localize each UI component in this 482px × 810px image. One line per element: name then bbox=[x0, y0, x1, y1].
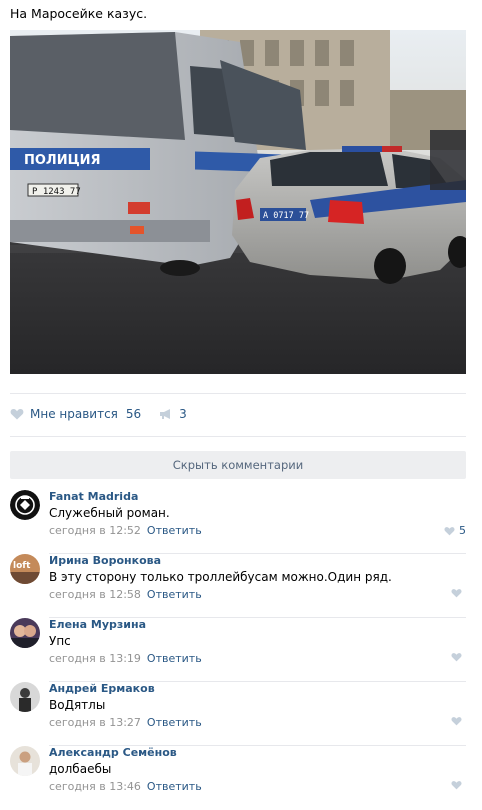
comment-time[interactable]: сегодня в 13:46 bbox=[49, 780, 141, 793]
heart-icon bbox=[451, 781, 462, 790]
comment-text: Упс bbox=[49, 634, 71, 648]
comment-time[interactable]: сегодня в 13:27 bbox=[49, 716, 141, 729]
avatar[interactable] bbox=[10, 490, 40, 520]
comment-meta: сегодня в 13:19 Ответить bbox=[49, 652, 202, 665]
comment-like-button[interactable]: 5 bbox=[444, 524, 466, 537]
car-plate: А 0717 77 bbox=[263, 211, 309, 221]
real-madrid-crest-avatar bbox=[10, 490, 40, 520]
comment-like-button[interactable] bbox=[451, 716, 466, 726]
comment-like-button[interactable] bbox=[451, 588, 466, 598]
heart-icon bbox=[444, 526, 455, 535]
comment-text: долбаебы bbox=[49, 762, 112, 776]
post-separator-top bbox=[10, 393, 466, 394]
comment-item: Елена Мурзина Упс сегодня в 13:19 Ответит… bbox=[10, 618, 466, 682]
comment-author[interactable]: Александр Семёнов bbox=[49, 746, 177, 759]
comment-like-button[interactable] bbox=[451, 780, 466, 790]
like-button[interactable]: Мне нравится 56 bbox=[10, 407, 141, 421]
avatar[interactable] bbox=[10, 746, 40, 776]
user-photo-avatar: loft bbox=[10, 554, 40, 584]
post-text: На Маросейке казус. bbox=[10, 6, 148, 21]
user-photo-avatar bbox=[10, 682, 40, 712]
comment-author[interactable]: Fanat Madrida bbox=[49, 490, 138, 503]
comment-meta: сегодня в 12:58 Ответить bbox=[49, 588, 202, 601]
comment-time[interactable]: сегодня в 13:19 bbox=[49, 652, 141, 665]
avatar[interactable] bbox=[10, 618, 40, 648]
comment-item: Fanat Madrida Служебный роман. сегодня в… bbox=[10, 490, 466, 554]
post-actions: Мне нравится 56 3 bbox=[10, 404, 466, 424]
comment-meta: сегодня в 12:52 Ответить bbox=[49, 524, 202, 537]
svg-text:loft: loft bbox=[13, 561, 31, 571]
user-photo-avatar bbox=[10, 618, 40, 648]
reply-link[interactable]: Ответить bbox=[147, 652, 202, 665]
comment-text: В эту сторону только троллейбусам можно.… bbox=[49, 570, 392, 584]
comment-like-button[interactable] bbox=[451, 652, 466, 662]
post-photo[interactable]: ПОЛИЦИЯ Р 1243 77 А 0717 77 bbox=[10, 30, 466, 374]
heart-icon bbox=[451, 589, 462, 598]
like-count: 56 bbox=[125, 407, 142, 421]
comment-text: Служебный роман. bbox=[49, 506, 170, 520]
reply-link[interactable]: Ответить bbox=[147, 588, 202, 601]
bus-plate: Р 1243 77 bbox=[32, 187, 81, 197]
megaphone-icon bbox=[160, 409, 171, 419]
reply-link[interactable]: Ответить bbox=[147, 780, 202, 793]
reply-link[interactable]: Ответить bbox=[147, 716, 202, 729]
police-bus-car-photo: ПОЛИЦИЯ Р 1243 77 А 0717 77 bbox=[10, 30, 466, 374]
hide-comments-button[interactable]: Скрыть комментарии bbox=[10, 451, 466, 479]
share-count: 3 bbox=[179, 407, 187, 421]
comment-item: Александр Семёнов долбаебы сегодня в 13:… bbox=[10, 746, 466, 810]
post-separator-bottom bbox=[10, 436, 466, 437]
heart-icon bbox=[10, 409, 24, 420]
bus-label: ПОЛИЦИЯ bbox=[24, 153, 101, 168]
comment-time[interactable]: сегодня в 12:58 bbox=[49, 588, 141, 601]
reply-link[interactable]: Ответить bbox=[147, 524, 202, 537]
comment-author[interactable]: Елена Мурзина bbox=[49, 618, 146, 631]
comment-text: ВоДятлы bbox=[49, 698, 106, 712]
comment-item: Андрей Ермаков ВоДятлы сегодня в 13:27 От… bbox=[10, 682, 466, 746]
avatar[interactable]: loft bbox=[10, 554, 40, 584]
avatar[interactable] bbox=[10, 682, 40, 712]
comment-time[interactable]: сегодня в 12:52 bbox=[49, 524, 141, 537]
comment-author[interactable]: Андрей Ермаков bbox=[49, 682, 155, 695]
like-label: Мне нравится bbox=[30, 407, 118, 421]
comment-author[interactable]: Ирина Воронкова bbox=[49, 554, 161, 567]
share-button[interactable]: 3 bbox=[159, 407, 187, 421]
heart-icon bbox=[451, 653, 462, 662]
heart-icon bbox=[451, 717, 462, 726]
comment-item: loft Ирина Воронкова В эту сторону тольк… bbox=[10, 554, 466, 618]
comment-meta: сегодня в 13:27 Ответить bbox=[49, 716, 202, 729]
comment-meta: сегодня в 13:46 Ответить bbox=[49, 780, 202, 793]
comment-like-count: 5 bbox=[459, 524, 466, 537]
user-photo-avatar bbox=[10, 746, 40, 776]
